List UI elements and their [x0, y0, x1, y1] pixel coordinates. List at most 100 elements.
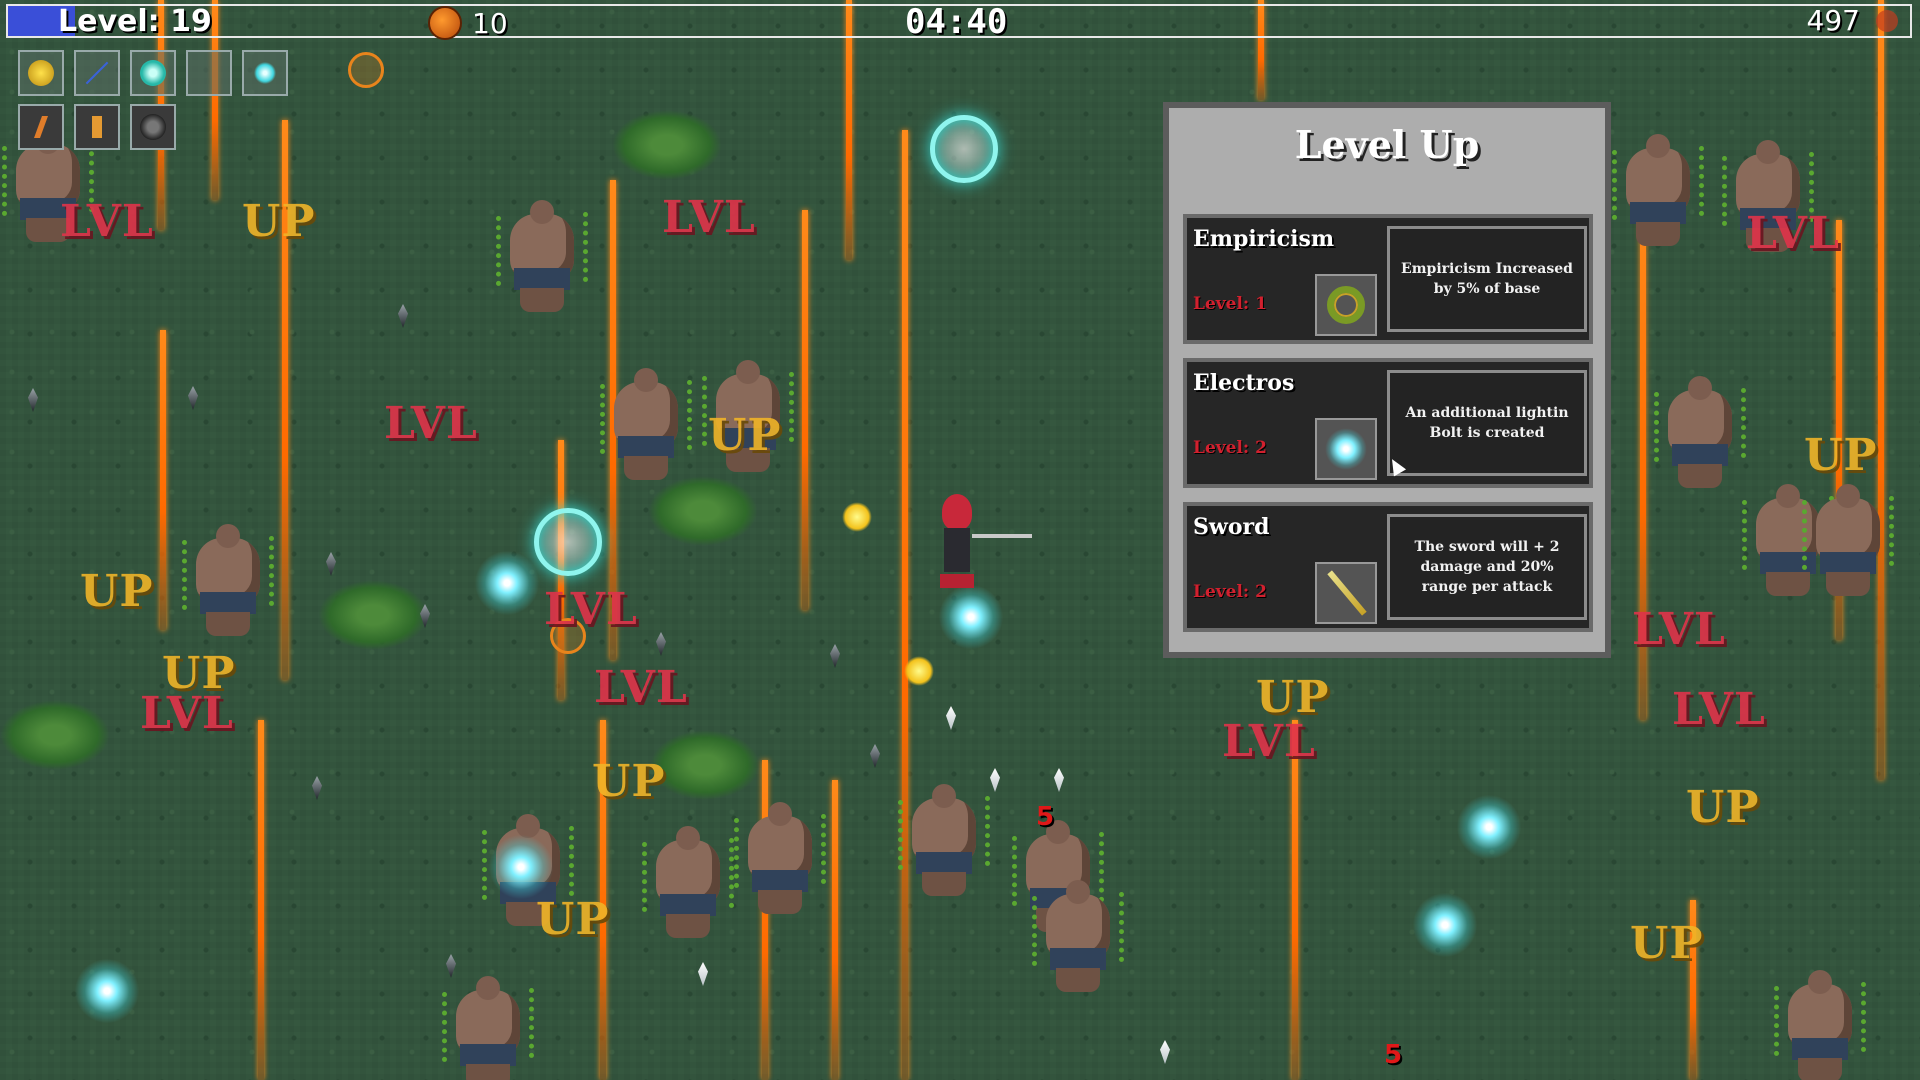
level-up-text: UP: [1686, 782, 1760, 833]
upgrade-level: Level: 1: [1193, 294, 1267, 314]
level-up-text: LVL: [140, 688, 234, 739]
lightning-spark: [1454, 792, 1524, 862]
level-up-text: LVL: [662, 192, 756, 243]
xp-gem: [398, 304, 408, 328]
fire-beam: [846, 0, 852, 260]
level-up-text: LVL: [384, 398, 478, 449]
fireball-projectile: [842, 502, 872, 532]
ogre-enemy: [1772, 966, 1868, 1080]
level-up-panel: Level Up Empiricism Level: 1 Empiricism …: [1163, 102, 1611, 658]
damage-number: 5: [1384, 1040, 1403, 1070]
lightning-spark: [486, 832, 556, 902]
ring-icon: [1315, 274, 1377, 336]
upgrade-description: The sword will + 2 damage and 20% range …: [1387, 514, 1587, 620]
bush: [648, 476, 758, 546]
upgrade-level: Level: 2: [1193, 438, 1267, 458]
ogre-enemy: [1030, 876, 1126, 996]
ogre-enemy: [1800, 480, 1896, 600]
lightning-spark: [1410, 890, 1480, 960]
fire-beam: [160, 330, 166, 630]
xp-gem: [656, 632, 666, 656]
level-up-text: UP: [708, 410, 782, 461]
fire-beam: [802, 210, 808, 610]
level-up-title: Level Up: [1294, 122, 1480, 167]
level-up-text: LVL: [544, 584, 638, 635]
skull-icon: [1876, 10, 1898, 32]
sword-icon: [186, 50, 232, 96]
sun-icon: [18, 50, 64, 96]
level-up-text: LVL: [1672, 684, 1766, 735]
fire-beam: [832, 780, 838, 1080]
flag-icon: [74, 104, 120, 150]
upgrade-level: Level: 2: [1193, 582, 1267, 602]
upgrade-description: Empiricism Increased by 5% of base: [1387, 226, 1587, 332]
staff-icon: [74, 50, 120, 96]
lightning-icon: [242, 50, 288, 96]
gold-orb-pickup: [348, 52, 384, 88]
upgrade-description: An additional lightin Bolt is created: [1387, 370, 1587, 476]
ogre-enemy: [494, 196, 590, 316]
skull-icon: [130, 104, 176, 150]
xp-gem: [326, 552, 336, 576]
ogre-enemy: [732, 798, 828, 918]
xp-gem: [870, 744, 880, 768]
ogre-enemy: [1652, 372, 1748, 492]
ogre-enemy: [896, 780, 992, 900]
xp-gem: [312, 776, 322, 800]
xp-gem: [188, 386, 198, 410]
upgrade-option-electros[interactable]: Electros Level: 2 An additional lightin …: [1183, 358, 1593, 488]
upgrade-name: Empiricism: [1193, 226, 1335, 252]
xp-gem: [698, 962, 708, 986]
ogre-enemy: [180, 520, 276, 640]
xp-gem: [946, 706, 956, 730]
level-up-text: UP: [1630, 918, 1704, 969]
upgrade-name: Electros: [1193, 370, 1295, 396]
level-up-text: LVL: [1746, 208, 1840, 259]
inventory-slots: [18, 50, 290, 150]
fire-beam: [1878, 0, 1884, 780]
bush: [0, 700, 110, 770]
gold-counter: 10: [428, 6, 508, 40]
lightning-spark: [472, 548, 542, 618]
player-character: [934, 494, 1032, 604]
level-up-text: UP: [242, 196, 316, 247]
vortex-projectile: [534, 508, 602, 576]
upgrade-name: Sword: [1193, 514, 1270, 540]
xp-gem: [1160, 1040, 1170, 1064]
level-up-text: UP: [592, 756, 666, 807]
player-level: Level: 19: [58, 4, 212, 39]
level-up-text: UP: [1804, 430, 1878, 481]
damage-number: 5: [1036, 802, 1055, 832]
vortex-projectile: [930, 115, 998, 183]
level-up-text: LVL: [594, 662, 688, 713]
ogre-enemy: [640, 822, 736, 942]
fireball-projectile: [904, 656, 934, 686]
bush: [650, 730, 760, 800]
fire-beam: [258, 720, 264, 1080]
boots-icon: [18, 104, 64, 150]
game-field[interactable]: LVL UP LVL LVL UP UP LVL UP LVL LVL UP U…: [0, 0, 1920, 1080]
ogre-enemy: [1610, 130, 1706, 250]
level-up-text: UP: [80, 566, 154, 617]
fire-beam: [902, 130, 908, 1080]
ogre-enemy: [598, 364, 694, 484]
upgrade-option-sword[interactable]: Sword Level: 2 The sword will + 2 damage…: [1183, 502, 1593, 632]
level-up-text: LVL: [60, 196, 154, 247]
bush: [318, 580, 428, 650]
bush: [612, 110, 722, 180]
vortex-icon: [130, 50, 176, 96]
lightning-spark: [72, 956, 142, 1026]
gold-count: 10: [472, 6, 508, 40]
level-up-text: LVL: [1632, 604, 1726, 655]
gold-coin-icon: [428, 6, 462, 40]
ogre-enemy: [440, 972, 536, 1080]
level-up-text: UP: [536, 894, 610, 945]
survival-timer: 04:40: [905, 2, 1008, 42]
xp-gem: [28, 388, 38, 412]
upgrade-option-empiricism[interactable]: Empiricism Level: 1 Empiricism Increased…: [1183, 214, 1593, 344]
xp-gem: [1054, 768, 1064, 792]
fire-beam: [1292, 720, 1298, 1080]
kill-count: 497: [1806, 4, 1860, 37]
xp-gem: [830, 644, 840, 668]
level-up-text: LVL: [1222, 716, 1316, 767]
